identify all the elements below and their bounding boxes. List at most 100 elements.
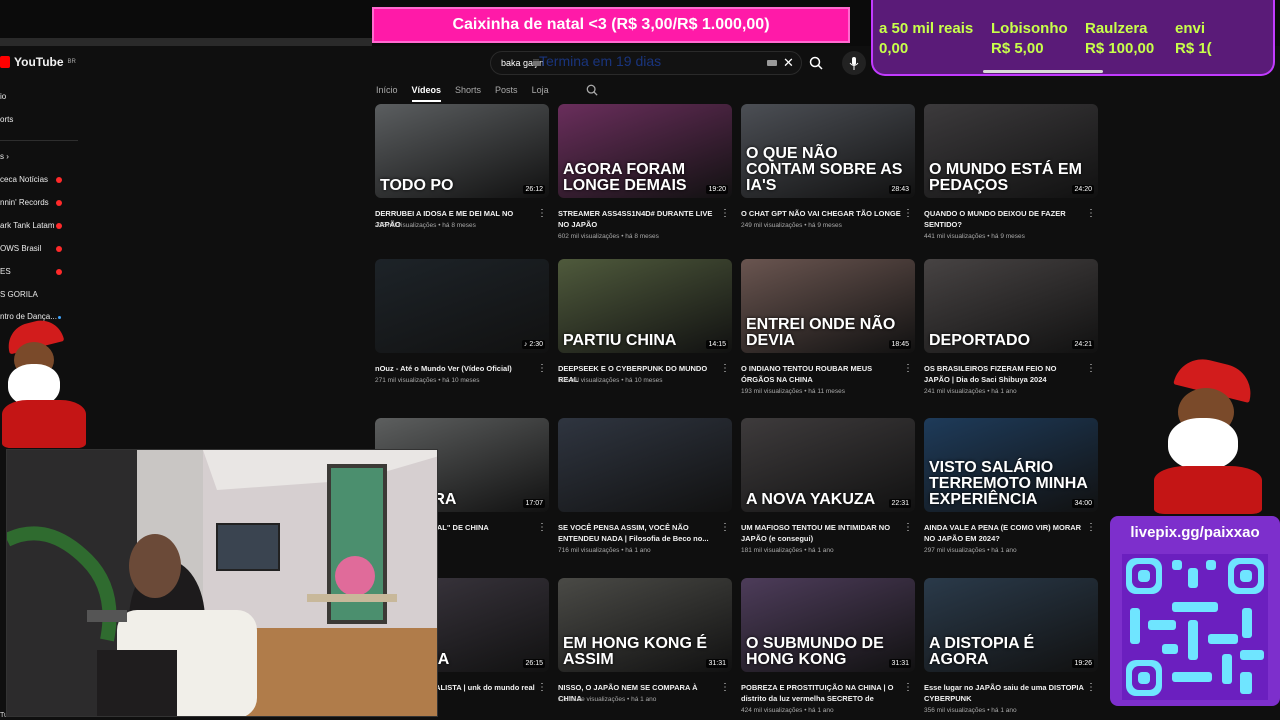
video-thumbnail[interactable]: VISTO SALÁRIO TERREMOTO MINHA EXPERIÊNCI… [924, 418, 1098, 512]
overlay-countdown-text: Termina em 19 dias [539, 53, 662, 69]
video-card[interactable]: ENTREI ONDE NÃO DEVIA 18:45 O INDIANO TENT… [741, 259, 915, 395]
video-card[interactable]: A NOVA YAKUZA 22:31 UM MAFIOSO TENTOU ME I… [741, 418, 915, 554]
sidebar-item[interactable]: io [0, 92, 6, 101]
more-vert-icon[interactable]: ⋮ [1086, 363, 1096, 374]
video-thumbnail[interactable]: O QUE NÃO CONTAM SOBRE AS IA'S 28:43 [741, 104, 915, 198]
tab-shorts[interactable]: Shorts [455, 85, 481, 100]
video-thumbnail[interactable]: A DISTOPIA É AGORA 19:26 [924, 578, 1098, 672]
more-vert-icon[interactable]: ⋮ [1086, 682, 1096, 693]
video-card[interactable]: EM HONG KONG É ASSIM 31:31 NISSO, O JAPÃO … [558, 578, 732, 703]
video-title[interactable]: UM MAFIOSO TENTOU ME INTIMIDAR NO JAPÃO … [741, 522, 901, 544]
video-thumbnail[interactable]: ENTREI ONDE NÃO DEVIA 18:45 [741, 259, 915, 353]
donation-ticker: a 50 mil reais 0,00 Lobisonho R$ 5,00 Raulze… [871, 0, 1275, 76]
more-vert-icon[interactable]: ⋮ [1086, 208, 1096, 219]
video-title[interactable]: O CHAT GPT NÃO VAI CHEGAR TÃO LONGE [741, 208, 901, 219]
region-code: BR [67, 59, 76, 65]
tab-vídeos[interactable]: Vídeos [411, 85, 442, 102]
more-vert-icon[interactable]: ⋮ [720, 208, 730, 219]
ticker-donation-amount: R$ 100,00 [1085, 40, 1155, 57]
video-card[interactable]: ♪ 2:30 nOuz - Até o Mundo Ver (Vídeo Ofic… [375, 259, 549, 384]
video-card[interactable]: O MUNDO ESTÁ EM PEDAÇOS 24:20 QUANDO O MUN… [924, 104, 1098, 240]
more-vert-icon[interactable]: ⋮ [1086, 522, 1096, 533]
video-title[interactable]: STREAMER ASS4SS1N4D# DURANTE LIVE NO JAP… [558, 208, 718, 230]
duration-badge: 24:20 [1072, 185, 1094, 194]
video-card[interactable]: O SUBMUNDO DE HONG KONG 31:31 POBREZA E PR… [741, 578, 915, 714]
video-card[interactable]: O QUE NÃO CONTAM SOBRE AS IA'S 28:43 O CHA… [741, 104, 915, 229]
video-thumbnail[interactable]: A NOVA YAKUZA 22:31 [741, 418, 915, 512]
youtube-play-icon [0, 56, 10, 68]
logo-text: YouTube [14, 55, 64, 69]
sidebar-item[interactable]: OWS Brasil [0, 244, 62, 253]
sidebar-item[interactable]: ark Tank Latam [0, 221, 62, 230]
sidebar-item[interactable]: ceca Notícias [0, 175, 62, 184]
more-vert-icon[interactable]: ⋮ [720, 522, 730, 533]
video-meta: 225 mil visualizações • há 8 meses [375, 222, 476, 229]
video-title[interactable]: O INDIANO TENTOU ROUBAR MEUS ÓRGÃOS NA C… [741, 363, 901, 385]
sidebar-item[interactable]: ES [0, 267, 62, 276]
new-content-dot-icon [58, 316, 61, 319]
video-card[interactable]: A DISTOPIA É AGORA 19:26 Esse lugar no JAP… [924, 578, 1098, 714]
video-thumbnail[interactable]: TODO PO 26:12 [375, 104, 549, 198]
channel-tabs: Início Vídeos Shorts Posts Loja [376, 85, 563, 102]
sidebar-item-label: io [0, 92, 7, 101]
donation-goal-banner: Caixinha de natal <3 (R$ 3,00/R$ 1.000,0… [372, 7, 850, 43]
more-vert-icon[interactable]: ⋮ [903, 682, 913, 693]
sidebar-item[interactable]: nnin' Records [0, 198, 62, 207]
duration-badge: ♪ 2:30 [521, 340, 545, 349]
video-card[interactable]: DEPORTADO 24:21 OS BRASILEIROS FIZERAM FEI… [924, 259, 1098, 395]
duration-badge: 18:45 [889, 340, 911, 349]
more-vert-icon[interactable]: ⋮ [537, 522, 547, 533]
more-vert-icon[interactable]: ⋮ [537, 682, 547, 693]
search-bar[interactable]: baka gaijin Termina em 19 dias ✕ [490, 51, 802, 75]
close-icon[interactable]: ✕ [783, 55, 794, 71]
video-thumbnail[interactable]: PARTIU CHINA 14:15 [558, 259, 732, 353]
sidebar-item[interactable]: S GORILA [0, 290, 38, 299]
youtube-logo[interactable]: YouTube BR [0, 55, 76, 69]
ticker-donor-name: envi [1175, 20, 1206, 37]
browser-tab-strip [0, 38, 372, 46]
video-thumbnail[interactable]: DEPORTADO 24:21 [924, 259, 1098, 353]
more-vert-icon[interactable]: ⋮ [537, 363, 547, 374]
keyboard-icon[interactable] [767, 60, 777, 66]
video-thumbnail[interactable]: AGORA FORAM LONGE DEMAIS 19:20 [558, 104, 732, 198]
video-card[interactable]: SE VOCÊ PENSA ASSIM, VOCÊ NÃO ENTENDEU N… [558, 418, 732, 554]
more-vert-icon[interactable]: ⋮ [903, 522, 913, 533]
video-thumbnail[interactable]: ♪ 2:30 [375, 259, 549, 353]
video-thumbnail[interactable]: EM HONG KONG É ASSIM 31:31 [558, 578, 732, 672]
video-title[interactable]: QUANDO O MUNDO DEIXOU DE FAZER SENTIDO? [924, 208, 1084, 230]
tab-posts[interactable]: Posts [495, 85, 518, 100]
duration-badge: 17:07 [523, 499, 545, 508]
video-card[interactable]: TODO PO 26:12 DERRUBEI A IDOSA E ME DEI MA… [375, 104, 549, 229]
video-title[interactable]: OS BRASILEIROS FIZERAM FEIO NO JAPÃO | D… [924, 363, 1084, 385]
sidebar-item[interactable]: ntro de Dança... [0, 312, 61, 321]
more-vert-icon[interactable]: ⋮ [903, 363, 913, 374]
more-vert-icon[interactable]: ⋮ [720, 363, 730, 374]
tab-início[interactable]: Início [376, 85, 398, 100]
video-card[interactable]: PARTIU CHINA 14:15 DEEPSEEK E O CYBERPUNK … [558, 259, 732, 384]
video-title[interactable]: AINDA VALE A PENA (E COMO VIR) MORAR NO … [924, 522, 1084, 544]
video-card[interactable]: VISTO SALÁRIO TERREMOTO MINHA EXPERIÊNCI… [924, 418, 1098, 554]
tab-search-button[interactable] [586, 84, 598, 99]
video-title[interactable]: nOuz - Até o Mundo Ver (Vídeo Oficial) [375, 363, 535, 374]
live-indicator-icon [56, 177, 62, 183]
sidebar-item-label: ntro de Dança... [0, 312, 57, 321]
video-card[interactable]: AGORA FORAM LONGE DEMAIS 19:20 STREAMER AS… [558, 104, 732, 240]
duration-badge: 19:26 [1072, 659, 1094, 668]
video-thumbnail[interactable]: O SUBMUNDO DE HONG KONG 31:31 [741, 578, 915, 672]
more-vert-icon[interactable]: ⋮ [537, 208, 547, 219]
video-title[interactable]: Esse lugar no JAPÃO saiu de uma DISTOPIA… [924, 682, 1084, 704]
qr-code[interactable] [1122, 554, 1268, 700]
video-thumbnail[interactable] [558, 418, 732, 512]
video-thumbnail[interactable]: O MUNDO ESTÁ EM PEDAÇOS 24:20 [924, 104, 1098, 198]
search-button[interactable] [804, 51, 828, 75]
video-title[interactable]: SE VOCÊ PENSA ASSIM, VOCÊ NÃO ENTENDEU N… [558, 522, 718, 544]
live-indicator-icon [56, 223, 62, 229]
tab-loja[interactable]: Loja [532, 85, 549, 100]
mic-button[interactable] [842, 51, 866, 75]
sidebar-item[interactable]: s › [0, 152, 9, 161]
sidebar-item[interactable]: orts [0, 115, 13, 124]
video-title[interactable]: POBREZA E PROSTITUIÇÃO NA CHINA | O dist… [741, 682, 901, 706]
more-vert-icon[interactable]: ⋮ [720, 682, 730, 693]
more-vert-icon[interactable]: ⋮ [903, 208, 913, 219]
search-input[interactable]: baka gaijin [501, 58, 544, 68]
